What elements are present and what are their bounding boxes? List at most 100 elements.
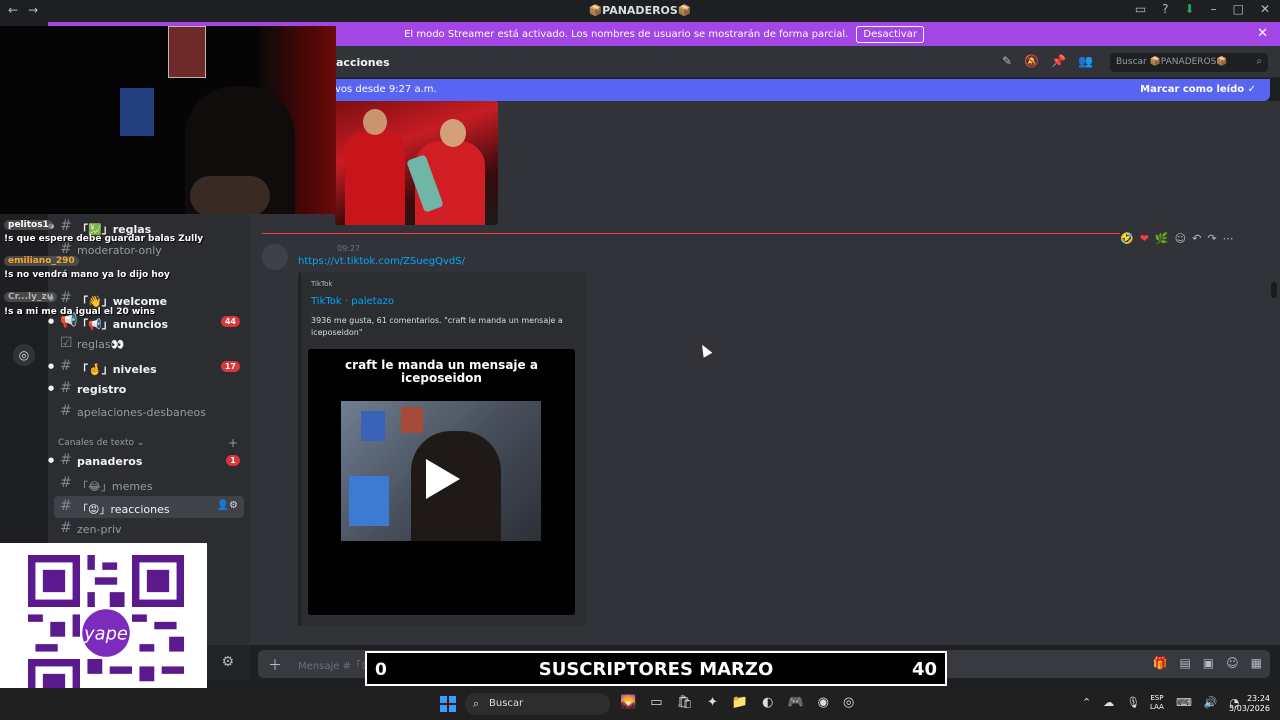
chat-message: !s no vendrá mano ya lo dijo hoy [4,270,170,280]
embed-provider: TikTok [311,280,333,288]
attached-image[interactable] [335,101,498,225]
forward-icon[interactable]: ↷ [1207,232,1216,245]
chat-username: Cr...ly_zu [4,292,58,302]
mark-as-read-button[interactable]: Marcar como leído ✓ [1140,84,1256,95]
channel-item[interactable]: ● # 「🤞」niveles 17 [48,356,250,378]
hash-icon: # [60,452,72,468]
widgets-icon[interactable]: 🌄 [620,695,636,710]
chat-message: !s a mi me da igual el 20 wins [4,307,156,317]
taskbar-search[interactable]: ⌕ Buscar [465,693,610,715]
subs-title: SUSCRIPTORES MARZO [538,659,774,680]
emoji-reaction-icon[interactable]: 🤣 [1120,232,1134,245]
members-icon[interactable]: 👥 [1078,54,1093,68]
add-reaction-icon[interactable]: ☺ [1175,232,1186,245]
hash-icon: # [60,380,72,396]
apps-icon[interactable]: ▦ [1251,656,1262,670]
volume-icon[interactable]: 🔊 [1204,696,1218,709]
channel-settings-icon[interactable]: 👤⚙ [217,500,238,511]
embed-author[interactable]: TikTok · paletazo [311,296,394,307]
discord-window: ← → 📦PANADEROS📦 ▭ ? ⬇ – □ ✕ El modo Stre… [0,0,1280,720]
app-icon[interactable]: ◉ [818,695,829,710]
download-icon[interactable]: ⬇ [1185,2,1195,16]
channel-item[interactable]: # 「😂」memes [48,473,250,495]
window-title: 📦PANADEROS📦 [588,4,692,17]
disable-streamer-button[interactable]: Desactivar [856,25,924,43]
onedrive-icon[interactable]: ☁ [1103,696,1114,709]
clock[interactable]: 23:24 5/03/2026 [1228,694,1270,714]
category-header[interactable]: Canales de texto ⌄ + [58,436,238,450]
channel-item[interactable]: ● # panaderos 1 [48,450,250,472]
subs-goal: 40 [911,659,937,680]
chat-username: pelitos1 [4,220,53,230]
channel-header: acciones ✎ 🔕 📌 👥 Buscar 📦PANADEROS📦 ⌕ [250,46,1280,78]
windows-taskbar: ⌕ Buscar 🌄 ▭ 🛍 ✦ 📁 ◐ 🎮 ◉ ◎ ⌃ ☁ 🎙 ESP LAA … [0,688,1280,720]
new-messages-bar[interactable]: vos desde 9:27 a.m. Marcar como leído ✓ [250,79,1270,101]
channel-item-active[interactable]: # 「😡」reacciones 👤⚙ [54,496,244,518]
channel-item[interactable]: ☑ reglas👀 [48,333,250,355]
chat-username: emiliano_290 [4,256,79,266]
windows-start-icon[interactable] [440,696,456,712]
title-bar: ← → 📦PANADEROS📦 ▭ ? ⬇ – □ ✕ [0,0,1280,22]
video-player[interactable]: craft le manda un mensaje a iceposeidon [308,349,575,615]
channel-item[interactable]: # apelaciones-desbaneos [48,401,250,423]
channel-item[interactable]: # zen-priv [48,518,250,540]
rules-icon: ☑ [60,335,73,351]
store-icon[interactable]: 🛍 [676,695,693,710]
copilot-icon[interactable]: ✦ [707,695,718,710]
chat-message: !s que espere debe guardar balas Zully [4,234,204,244]
attach-plus-icon[interactable]: ＋ [268,655,282,675]
hash-icon: # [60,498,72,514]
gear-icon[interactable]: ⚙ [221,654,234,670]
avatar[interactable] [262,244,288,270]
message-actions: 🤣 ❤ 🌿 ☺ ↶ ↷ ⋯ [1120,232,1234,245]
message-link[interactable]: https://vt.tiktok.com/ZSuegQvdS/ [298,256,465,267]
language-indicator[interactable]: ESP LAA [1150,694,1164,712]
message-timestamp: 09:27 [337,244,361,253]
hash-icon: # [60,520,72,536]
heart-icon[interactable]: ❤ [1140,232,1149,245]
edge-icon[interactable]: ◐ [762,695,773,710]
discover-icon[interactable]: ◎ [13,344,35,366]
discord-app-icon[interactable]: 🎮 [787,695,803,710]
pin-icon[interactable]: 📌 [1051,54,1066,68]
gif-icon[interactable]: ▤ [1179,656,1190,670]
yape-logo: yape [83,624,128,645]
tray-chevron-icon[interactable]: ⌃ [1082,696,1091,709]
add-channel-icon[interactable]: + [228,436,238,450]
close-icon[interactable]: ✕ [1260,2,1270,16]
scrollbar[interactable] [1271,282,1277,298]
file-explorer-icon[interactable]: 📁 [732,695,748,710]
mic-icon[interactable]: 🎙 [1126,696,1140,709]
more-icon[interactable]: ⋯ [1223,232,1234,245]
gift-icon[interactable]: 🎁 [1153,656,1168,670]
embed-description: 3936 me gusta, 61 comentarios. "craft le… [311,316,563,337]
network-icon[interactable]: ⌨ [1176,696,1192,709]
channel-title: acciones [336,56,390,69]
video-caption: craft le manda un mensaje a iceposeidon [345,358,538,385]
minimize-icon[interactable]: – [1211,2,1217,16]
chrome-icon[interactable]: ◎ [843,695,854,710]
hash-icon: # [60,403,72,419]
webcam-overlay [0,26,336,214]
sticker-icon[interactable]: ▣ [1203,656,1214,670]
banner-close-icon[interactable]: ✕ [1257,26,1268,41]
emoji-reaction-icon[interactable]: 🌿 [1155,232,1169,245]
new-messages-divider [262,233,1120,234]
mention-badge: 44 [220,316,240,327]
subscribers-goal-overlay: 0 SUSCRIPTORES MARZO 40 [365,651,947,686]
reply-icon[interactable]: ↶ [1192,232,1201,245]
maximize-icon[interactable]: □ [1233,2,1244,16]
search-icon: ⌕ [473,697,480,710]
task-view-icon[interactable]: ▭ [650,695,662,710]
play-icon[interactable] [426,459,460,499]
inbox-icon[interactable]: ▭ [1135,2,1146,16]
streamer-banner-text: El modo Streamer está activado. Los nomb… [404,28,849,40]
hash-icon: # [60,290,72,306]
threads-icon[interactable]: ✎ [1002,54,1012,68]
help-icon[interactable]: ? [1162,2,1168,16]
channel-item[interactable]: ● # registro [48,378,250,400]
search-icon: ⌕ [1256,56,1262,67]
notifications-muted-icon[interactable]: 🔕 [1024,54,1039,68]
emoji-icon[interactable]: ☺ [1226,656,1239,670]
search-input[interactable]: Buscar 📦PANADEROS📦 ⌕ [1110,53,1268,72]
